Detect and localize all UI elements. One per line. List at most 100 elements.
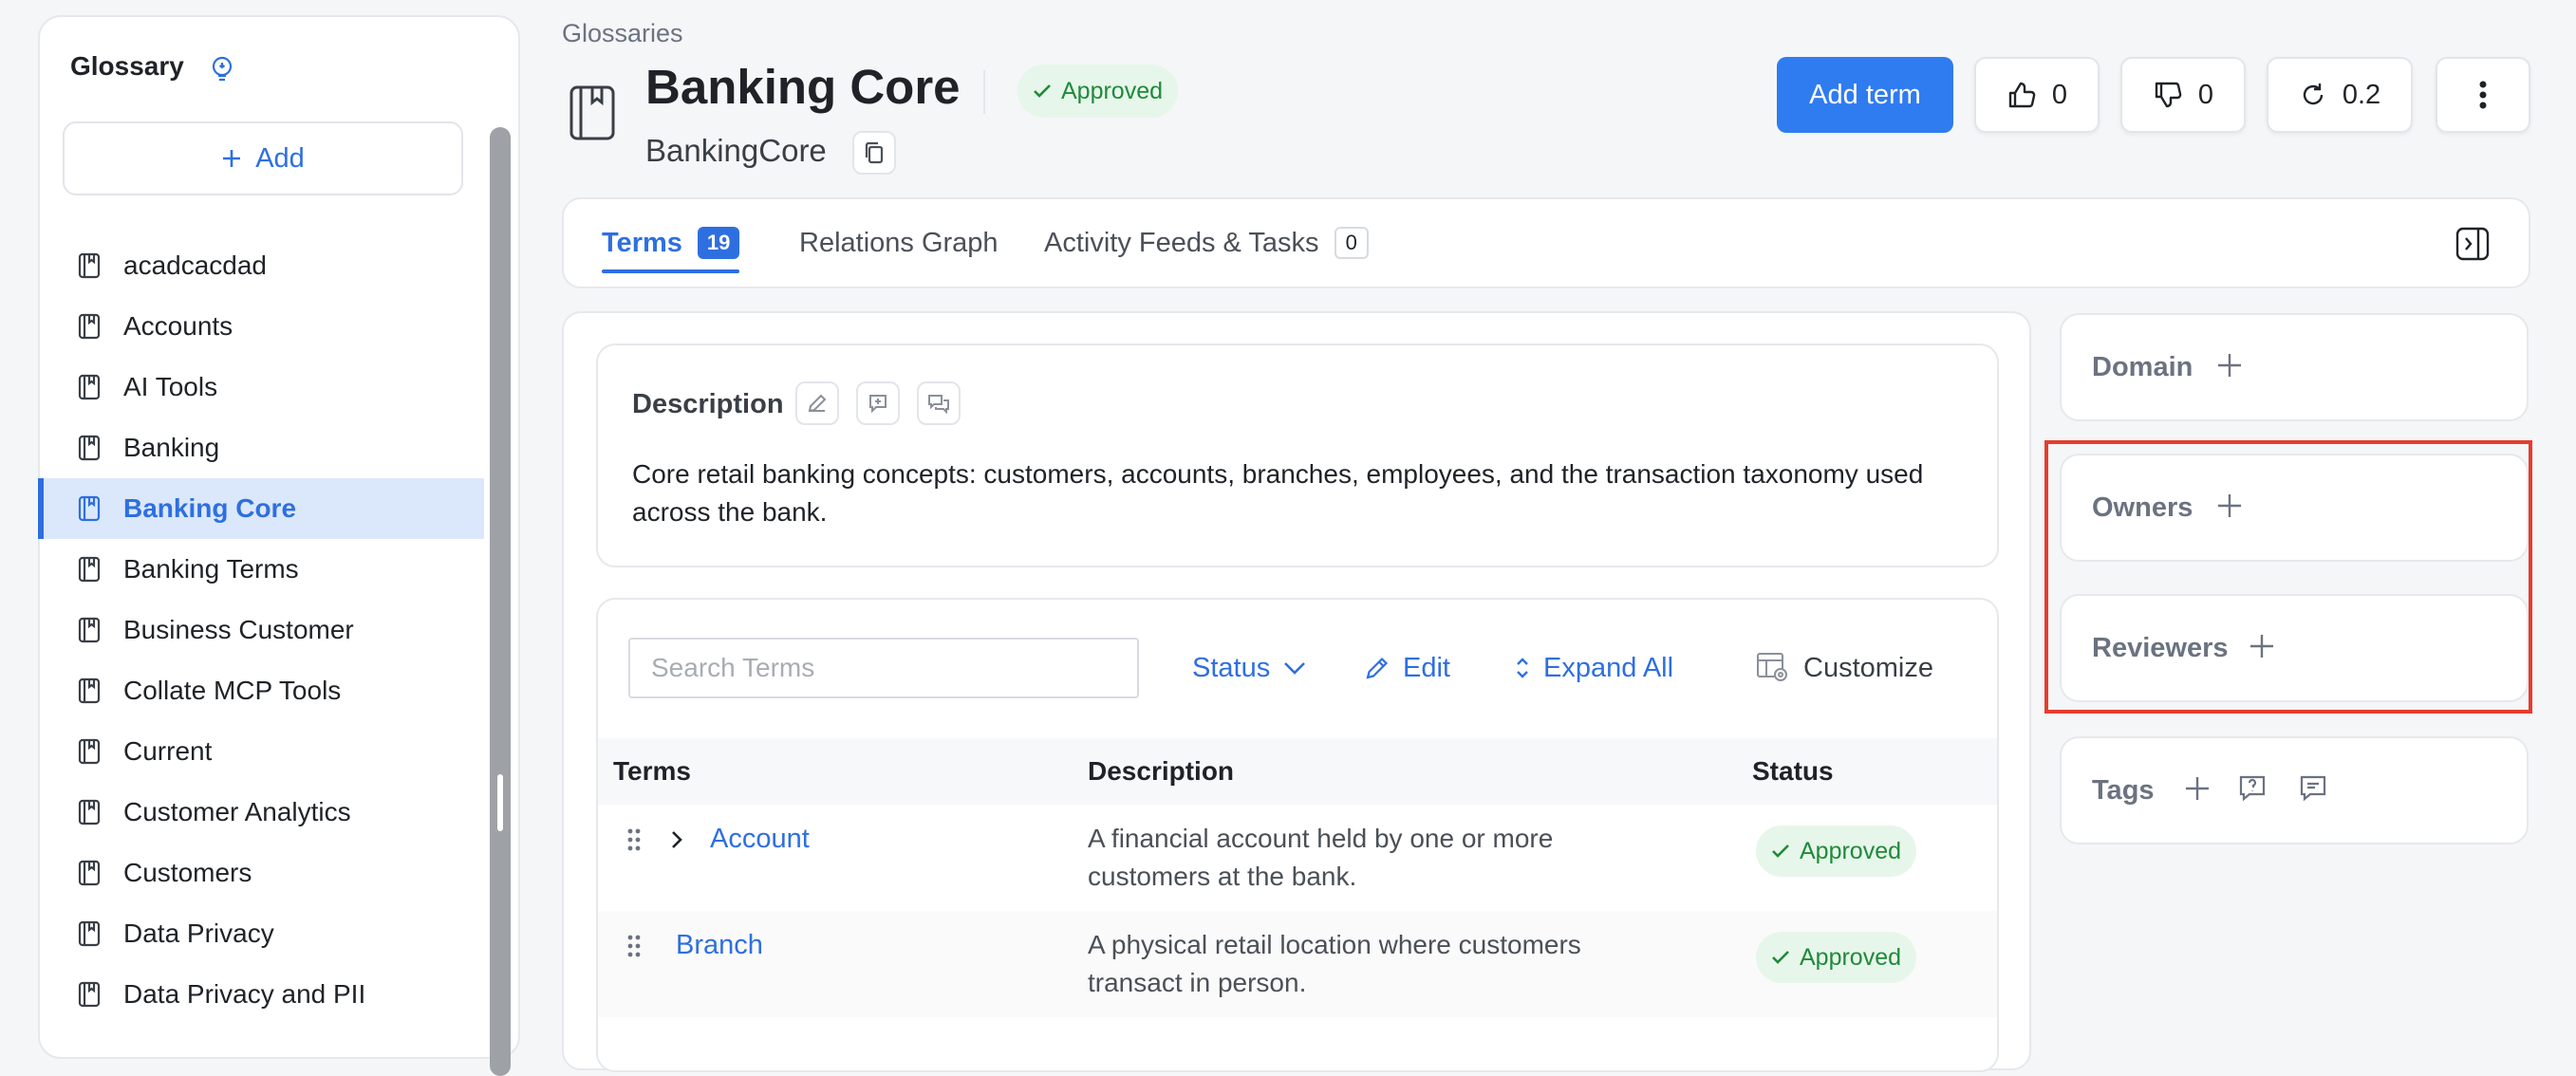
column-header-status[interactable]: Status [1752,738,1834,805]
glossary-sidebar: Glossary Add acadcacdad Accounts AI Tools B… [38,15,520,1076]
table-header: Terms Description Status [598,738,1997,807]
drag-handle-icon[interactable] [626,827,642,852]
add-glossary-button[interactable]: Add [63,121,463,195]
status-badge: Approved [1017,65,1179,118]
term-link[interactable]: Branch [676,930,763,961]
status-label: Approved [1800,943,1902,971]
glossary-book-icon [78,252,101,279]
tab-activity-feeds[interactable]: Activity Feeds & Tasks 0 [1044,199,1369,287]
description-text: Core retail banking concepts: customers,… [632,459,1924,527]
edit-terms-button[interactable]: Edit [1365,638,1450,698]
sidebar-item[interactable]: Customers [40,843,484,903]
glossary-list: acadcacdad Accounts AI Tools Banking Banking… [38,235,484,1025]
add-label: Add [255,142,305,174]
column-header-description[interactable]: Description [1088,738,1234,805]
sidebar-item[interactable]: Business Customer [40,600,484,660]
copy-button[interactable] [852,131,896,175]
check-icon [1771,950,1790,965]
expand-all-label: Expand All [1543,652,1674,683]
conversation-button[interactable] [917,381,961,425]
sidebar-item[interactable]: Current [40,721,484,782]
lightbulb-icon[interactable] [209,55,235,83]
glossary-book-icon [78,920,101,947]
version-button[interactable]: 0.2 [2267,57,2413,133]
terms-count-badge: 19 [697,227,740,259]
version-number: 0.2 [2342,79,2381,110]
tags-label: Tags [2092,774,2155,806]
sidebar-item[interactable]: Customer Analytics [40,782,484,843]
sidebar-item[interactable]: Banking [40,417,484,478]
drag-handle-icon[interactable] [626,934,642,958]
breadcrumb[interactable]: Glossaries [562,19,683,48]
table-row[interactable]: Branch A physical retail location where … [598,911,1997,1019]
sidebar-item[interactable]: Data Privacy [40,903,484,964]
dislike-button[interactable]: 0 [2120,57,2246,133]
sidebar-item-label: acadcacdad [123,250,268,280]
sidebar-item-label: Data Privacy [123,918,274,948]
sidebar-item-label: Banking Terms [123,554,299,584]
sidebar-item[interactable]: Data Privacy and PII [40,964,484,1025]
glossary-book-icon [78,738,101,765]
sidebar-item[interactable]: acadcacdad [40,235,484,296]
tab-terms[interactable]: Terms 19 [602,199,740,287]
description-card: Description Core retail banking concepts… [596,343,1999,567]
history-icon [2299,81,2327,109]
sidebar-item-label: Customer Analytics [123,797,351,826]
status-badge: Approved [1756,932,1917,983]
status-filter-label: Status [1192,652,1271,683]
expand-all-button[interactable]: Expand All [1515,638,1673,698]
more-vertical-icon [2479,81,2487,109]
request-description-button[interactable] [856,381,900,425]
highlight-box [2044,440,2532,714]
domain-label: Domain [2092,351,2193,382]
term-link[interactable]: Account [710,824,810,855]
glossary-book-icon [78,313,101,340]
like-button[interactable]: 0 [1974,57,2100,133]
pencil-icon [807,393,828,414]
sidebar-item-label: Data Privacy and PII [123,979,366,1009]
add-domain-icon[interactable] [2215,351,2244,380]
fully-qualified-name: BankingCore [645,133,827,168]
sidebar-item-label: Accounts [123,311,233,341]
pencil-icon [1365,656,1390,680]
customize-columns-button[interactable]: Customize [1756,638,1933,698]
tags-card: Tags [2060,736,2529,844]
term-description: A physical retail location where custome… [1088,930,1581,997]
panel-toggle-icon[interactable] [2455,226,2491,262]
title-divider [983,70,985,114]
conversation-icon[interactable] [2299,774,2327,803]
sidebar-item[interactable]: AI Tools [40,357,484,417]
chevron-right-icon[interactable] [670,829,683,850]
sidebar-item-label: Collate MCP Tools [123,676,342,705]
check-icon [1033,83,1052,99]
page-title: Banking Core [645,60,961,114]
sidebar-item[interactable]: Banking Core [38,478,484,539]
request-tags-icon[interactable] [2238,774,2267,803]
sidebar-item[interactable]: Collate MCP Tools [40,660,484,721]
glossary-book-icon [78,435,101,461]
chevron-down-icon [1283,661,1306,675]
add-tag-icon[interactable] [2183,774,2212,803]
scrollbar-grip[interactable] [497,774,503,831]
tab-label: Relations Graph [799,227,999,258]
message-plus-icon [868,393,888,414]
conversation-icon [927,393,950,414]
sidebar-item[interactable]: Banking Terms [40,539,484,600]
more-options-button[interactable] [2436,57,2530,133]
sidebar-item[interactable]: Accounts [40,296,484,357]
sidebar-scrollbar[interactable] [490,127,511,1076]
sidebar-item-label: AI Tools [123,372,218,401]
sidebar-title: Glossary [70,51,184,81]
glossary-book-icon [78,495,101,522]
description-label: Description [632,389,784,419]
edit-description-button[interactable] [795,381,839,425]
add-term-button[interactable]: Add term [1777,57,1953,133]
table-row[interactable] [598,1017,1997,1070]
search-terms-input[interactable] [628,638,1139,698]
column-header-terms[interactable]: Terms [613,738,691,805]
glossary-book-icon [78,617,101,643]
sidebar-item-label: Current [123,736,213,766]
tab-relations-graph[interactable]: Relations Graph [799,199,999,287]
status-filter-dropdown[interactable]: Status [1192,638,1306,698]
table-row[interactable]: Account A financial account held by one … [598,805,1997,913]
